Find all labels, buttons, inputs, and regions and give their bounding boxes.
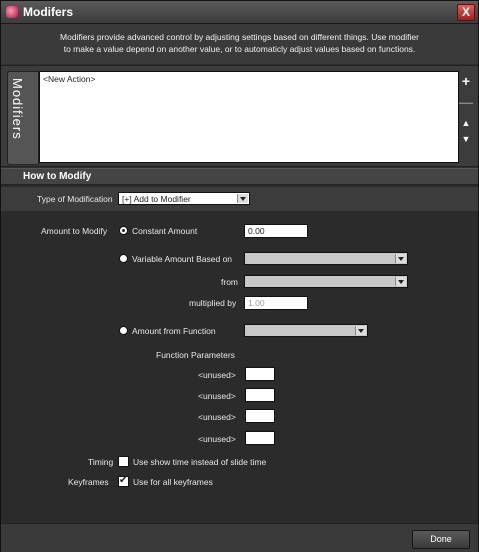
- chevron-down-icon: [237, 194, 248, 203]
- param-1-input[interactable]: [245, 367, 275, 381]
- window-title: Modifers: [23, 5, 74, 19]
- amount-from-function-label: Amount from Function: [132, 326, 216, 336]
- param-4-label: <unused>: [198, 434, 236, 444]
- close-button[interactable]: X: [457, 4, 475, 21]
- param-2-input[interactable]: [245, 388, 275, 402]
- param-3-label: <unused>: [198, 412, 236, 422]
- list-item[interactable]: <New Action>: [40, 72, 458, 86]
- chevron-down-icon: [395, 254, 406, 263]
- how-to-modify-header: How to Modify: [1, 169, 478, 185]
- how-to-modify-panel: How to Modify Type of Modification [+] A…: [1, 168, 478, 524]
- amount-to-modify-label: Amount to Modify: [41, 226, 108, 236]
- move-up-button[interactable]: ▲: [459, 116, 473, 130]
- remove-modifier-button[interactable]: —: [459, 95, 473, 109]
- constant-amount-input[interactable]: 0.00: [244, 224, 308, 238]
- constant-amount-label: Constant Amount: [132, 226, 198, 236]
- keyframes-checkbox[interactable]: [118, 475, 129, 487]
- modification-type-row: Type of Modification [+] Add to Modifier: [1, 187, 478, 211]
- dialog-footer: Done: [1, 523, 478, 552]
- modifiers-listbox[interactable]: <New Action>: [39, 71, 459, 163]
- param-2-label: <unused>: [198, 391, 236, 401]
- function-select[interactable]: [244, 324, 368, 337]
- modifiers-dialog: Modifers X Modifiers provide advanced co…: [0, 0, 479, 552]
- multiplied-by-input[interactable]: 1.00: [244, 296, 308, 310]
- chevron-down-icon: [395, 277, 406, 286]
- type-of-modification-select[interactable]: [+] Add to Modifier: [118, 192, 250, 205]
- move-down-button[interactable]: ▼: [459, 132, 473, 146]
- param-3-input[interactable]: [245, 409, 275, 423]
- variable-amount-select[interactable]: [244, 252, 408, 265]
- keyframes-label: Keyframes: [68, 477, 109, 487]
- type-of-modification-value: [+] Add to Modifier: [122, 194, 191, 204]
- multiplied-by-label: multiplied by: [189, 298, 237, 308]
- description-text: Modifiers provide advanced control by ad…: [1, 24, 478, 64]
- constant-amount-radio[interactable]: [119, 226, 128, 235]
- variable-amount-radio[interactable]: [119, 254, 128, 263]
- param-4-input[interactable]: [245, 431, 275, 445]
- keyframes-option-label: Use for all keyframes: [133, 477, 213, 487]
- param-1-label: <unused>: [198, 370, 236, 380]
- timing-option-label: Use show time instead of slide time: [133, 457, 267, 467]
- add-modifier-button[interactable]: +: [459, 74, 473, 88]
- chevron-down-icon: [355, 326, 366, 335]
- timing-checkbox[interactable]: [118, 456, 129, 467]
- modifiers-side-tab: Modifiers: [7, 71, 39, 165]
- type-of-modification-label: Type of Modification: [37, 194, 113, 204]
- from-label: from: [221, 277, 238, 287]
- description-line-1: Modifiers provide advanced control by ad…: [60, 32, 419, 42]
- description-line-2: to make a value depend on another value,…: [63, 44, 416, 54]
- amount-from-function-radio[interactable]: [119, 326, 128, 335]
- function-parameters-label: Function Parameters: [156, 350, 235, 360]
- done-button[interactable]: Done: [412, 530, 470, 549]
- variable-amount-label: Variable Amount Based on: [132, 254, 233, 264]
- timing-label: Timing: [88, 457, 114, 467]
- title-bar: Modifers X: [1, 1, 478, 24]
- app-icon: [6, 6, 18, 18]
- modifiers-tab-label: Modifiers: [10, 78, 25, 140]
- from-select[interactable]: [244, 275, 408, 288]
- modifiers-list-area: Modifiers <New Action> + — ▲ ▼: [1, 65, 478, 167]
